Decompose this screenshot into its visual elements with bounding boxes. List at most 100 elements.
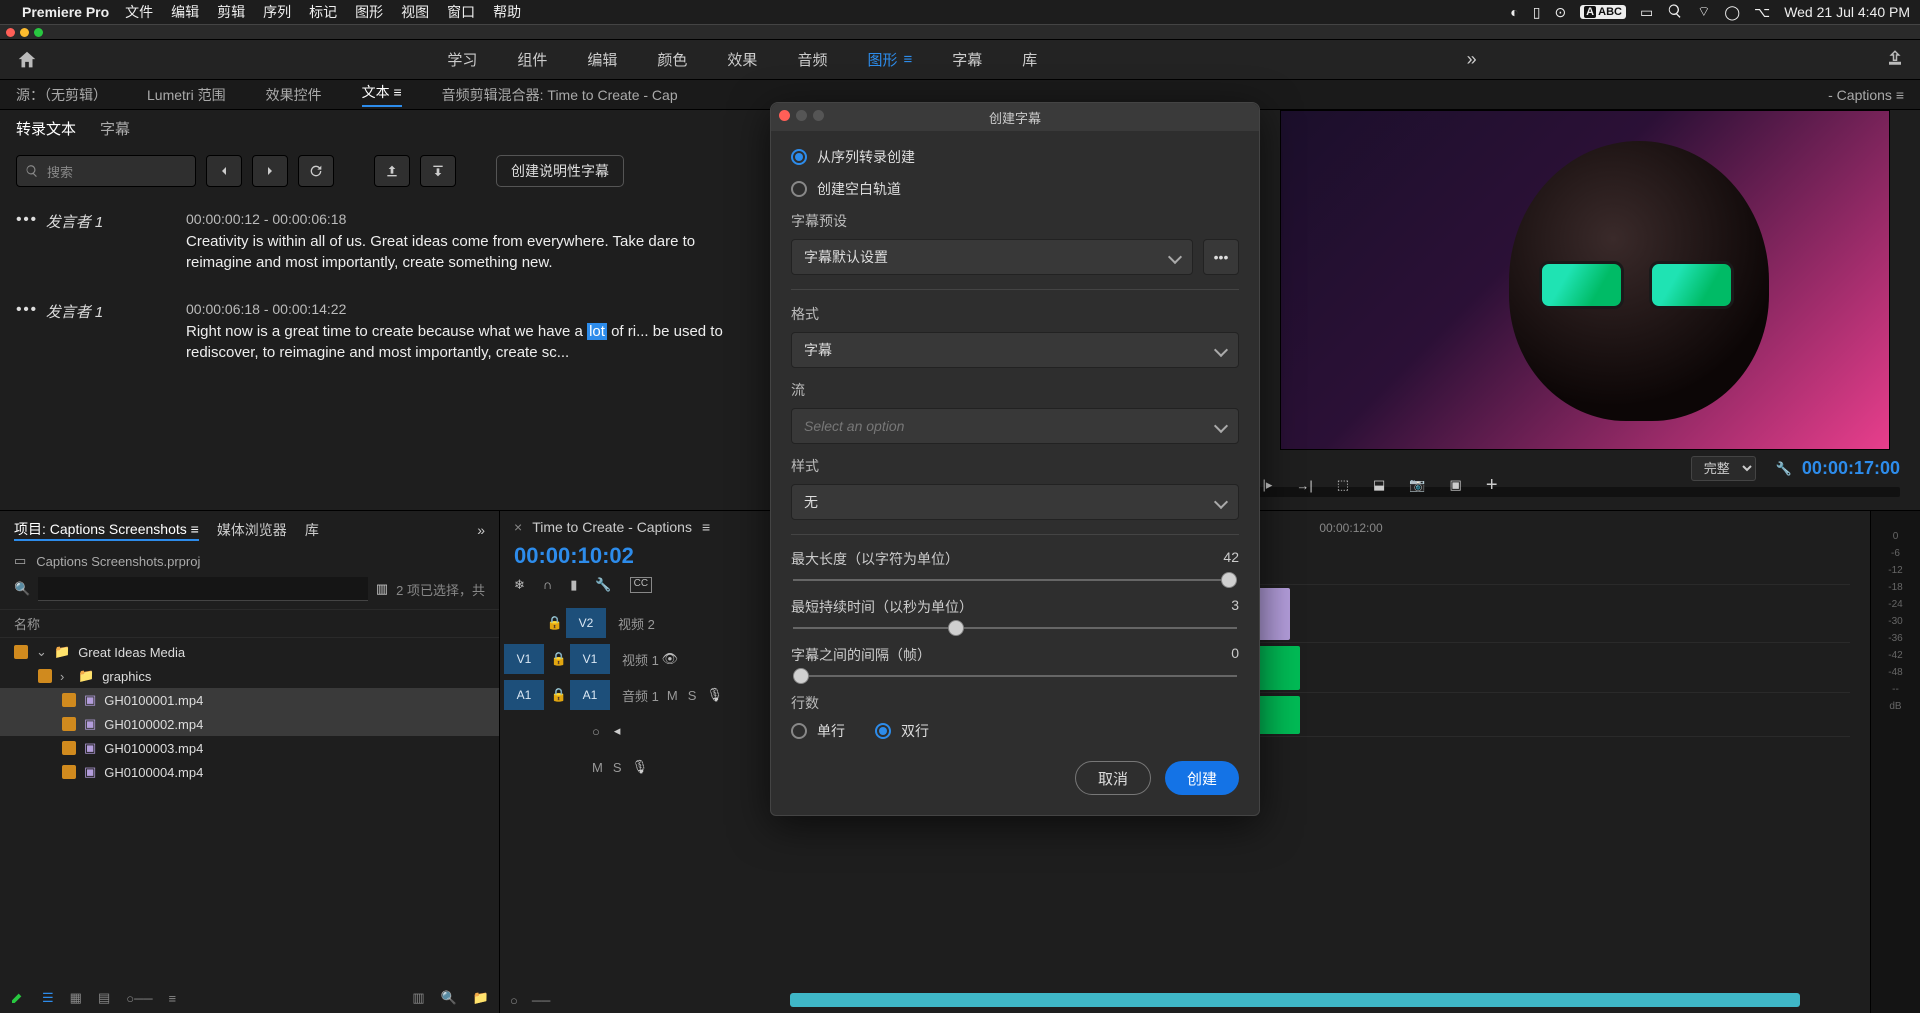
export-up-button[interactable] bbox=[374, 155, 410, 187]
settings-icon[interactable]: 🔧 bbox=[595, 577, 611, 593]
project-tab[interactable]: 项目: Captions Screenshots ≡ bbox=[14, 519, 199, 541]
input-abc-icon[interactable]: AABC bbox=[1580, 5, 1626, 19]
battery-icon[interactable]: ▭ bbox=[1640, 4, 1653, 21]
step-fwd-icon[interactable]: |▸ bbox=[1262, 477, 1272, 493]
create-descriptive-captions-button[interactable]: 创建说明性字幕 bbox=[496, 155, 624, 187]
sort-icon[interactable]: ≡ bbox=[169, 991, 177, 1006]
menu-view[interactable]: 视图 bbox=[401, 2, 429, 22]
cancel-button[interactable]: 取消 bbox=[1075, 761, 1151, 795]
tree-folder[interactable]: ›📁graphics bbox=[0, 664, 499, 688]
wifi-icon[interactable]: ⌔ bbox=[1697, 3, 1710, 21]
close-seq-icon[interactable]: × bbox=[514, 519, 522, 535]
ws-captions[interactable]: 字幕 bbox=[952, 49, 982, 70]
ws-audio[interactable]: 音频 bbox=[797, 49, 827, 70]
more-icon[interactable]: ••• bbox=[16, 211, 38, 228]
tl-zoom-out-icon[interactable]: ○ bbox=[510, 993, 518, 1008]
menu-edit[interactable]: 编辑 bbox=[171, 2, 199, 22]
zoom-slider[interactable]: ○── bbox=[126, 991, 152, 1006]
ws-editing[interactable]: 编辑 bbox=[587, 49, 617, 70]
style-select[interactable]: 无 bbox=[791, 484, 1239, 520]
menu-window[interactable]: 窗口 bbox=[447, 2, 475, 22]
freeform-view-icon[interactable]: ▤ bbox=[98, 990, 110, 1006]
camera-icon[interactable]: ▯ bbox=[1533, 4, 1541, 21]
next-match-button[interactable] bbox=[252, 155, 288, 187]
preset-select[interactable]: 字幕默认设置 bbox=[791, 239, 1193, 275]
track-a2[interactable]: ○◂ bbox=[504, 713, 780, 749]
share-icon[interactable] bbox=[1886, 49, 1904, 70]
maxlen-value[interactable]: 42 bbox=[1223, 549, 1239, 569]
prev-match-button[interactable] bbox=[206, 155, 242, 187]
timeline-timecode[interactable]: 00:00:10:02 bbox=[500, 543, 780, 569]
transcript-row[interactable]: •••发言者 1 00:00:00:12 - 00:00:06:18 Creat… bbox=[16, 201, 763, 291]
menu-clip[interactable]: 剪辑 bbox=[217, 2, 245, 22]
new-bin-icon[interactable]: 📁 bbox=[473, 990, 489, 1006]
ptab-text[interactable]: 文本 ≡ bbox=[362, 82, 402, 107]
ws-learn[interactable]: 学习 bbox=[447, 49, 477, 70]
import-down-button[interactable] bbox=[420, 155, 456, 187]
home-icon[interactable] bbox=[16, 49, 38, 71]
transcript-text[interactable]: Creativity is within all of us. Great id… bbox=[186, 231, 763, 273]
preset-more-button[interactable]: ••• bbox=[1203, 239, 1239, 275]
radio-double-line[interactable]: 双行 bbox=[875, 721, 929, 741]
bin-icon[interactable]: ▥ bbox=[376, 581, 388, 597]
transcript-row[interactable]: •••发言者 1 00:00:06:18 - 00:00:14:22 Right… bbox=[16, 291, 763, 381]
ws-library[interactable]: 库 bbox=[1022, 49, 1037, 70]
menu-seq[interactable]: 序列 bbox=[263, 2, 291, 22]
program-timecode[interactable]: 00:00:17:00 bbox=[1802, 458, 1900, 479]
timeline-zoom-bar[interactable] bbox=[790, 993, 1800, 1007]
menu-file[interactable]: 文件 bbox=[125, 2, 153, 22]
menu-graph[interactable]: 图形 bbox=[355, 2, 383, 22]
tab-captions[interactable]: 字幕 bbox=[100, 118, 130, 139]
ptab-audiomix[interactable]: 音频剪辑混合器: Time to Create - Cap bbox=[442, 85, 678, 105]
go-out-icon[interactable]: →| bbox=[1296, 478, 1312, 493]
marker-icon[interactable]: ▮ bbox=[570, 577, 577, 593]
cc-icon[interactable]: CC bbox=[630, 577, 652, 593]
ws-effects[interactable]: 效果 bbox=[727, 49, 757, 70]
track-v2[interactable]: 🔒V2视频 2 bbox=[504, 605, 780, 641]
ws-overflow-icon[interactable]: » bbox=[1467, 49, 1477, 70]
search-icon[interactable] bbox=[1667, 3, 1683, 22]
icon-view-icon[interactable]: ▦ bbox=[70, 990, 82, 1006]
ws-assembly[interactable]: 组件 bbox=[517, 49, 547, 70]
more-icon[interactable]: ••• bbox=[16, 301, 38, 318]
list-view-icon[interactable]: ☰ bbox=[42, 990, 54, 1006]
auto-seq-icon[interactable]: ▥ bbox=[412, 990, 424, 1006]
app-name[interactable]: Premiere Pro bbox=[22, 4, 109, 20]
extract-icon[interactable]: ⬓ bbox=[1373, 477, 1385, 493]
dialog-traffic-lights[interactable] bbox=[779, 110, 824, 121]
tree-clip[interactable]: ▣GH0100003.mp4 bbox=[0, 736, 499, 760]
menu-mark[interactable]: 标记 bbox=[309, 2, 337, 22]
panel-overflow-icon[interactable]: » bbox=[477, 522, 485, 538]
tree-clip[interactable]: ▣GH0100004.mp4 bbox=[0, 760, 499, 784]
radio-single-line[interactable]: 单行 bbox=[791, 721, 845, 741]
ptab-effects[interactable]: 效果控件 bbox=[266, 85, 322, 105]
find-icon[interactable]: 🔍 bbox=[441, 990, 457, 1006]
format-select[interactable]: 字幕 bbox=[791, 332, 1239, 368]
search-input[interactable]: 搜索 bbox=[16, 155, 196, 187]
tree-clip[interactable]: ▣GH0100002.mp4 bbox=[0, 712, 499, 736]
clock[interactable]: Wed 21 Jul 4:40 PM bbox=[1784, 4, 1910, 20]
column-name[interactable]: 名称 bbox=[0, 609, 499, 638]
tree-clip[interactable]: ▣GH0100001.mp4 bbox=[0, 688, 499, 712]
tl-zoom-slider[interactable]: ── bbox=[532, 993, 550, 1008]
link-icon[interactable]: ∩ bbox=[543, 577, 552, 593]
maxlen-slider[interactable] bbox=[793, 579, 1237, 581]
track-a1[interactable]: A1🔒A1音频 1MS🎙 bbox=[504, 677, 780, 713]
mindur-slider[interactable] bbox=[793, 627, 1237, 629]
create-button[interactable]: 创建 bbox=[1165, 761, 1239, 795]
mindur-value[interactable]: 3 bbox=[1231, 597, 1239, 617]
traffic-lights[interactable] bbox=[6, 28, 43, 37]
refresh-button[interactable] bbox=[298, 155, 334, 187]
tab-transcript[interactable]: 转录文本 bbox=[16, 118, 76, 139]
export-frame-icon[interactable]: 📷 bbox=[1409, 477, 1425, 493]
dialog-titlebar[interactable]: 创建字幕 bbox=[771, 103, 1259, 131]
library-tab[interactable]: 库 bbox=[305, 520, 319, 540]
user-icon[interactable]: ◯ bbox=[1724, 4, 1740, 21]
ws-color[interactable]: 颜色 bbox=[657, 49, 687, 70]
radio-blank-track[interactable]: 创建空白轨道 bbox=[791, 179, 1239, 199]
ws-graphics[interactable]: 图形 ≡ bbox=[867, 49, 912, 70]
play-circle-icon[interactable]: ⊙ bbox=[1554, 4, 1566, 21]
sequence-title[interactable]: Time to Create - Captions bbox=[532, 519, 692, 535]
track-a3[interactable]: MS🎙 bbox=[504, 749, 780, 785]
lift-icon[interactable]: ⬚ bbox=[1337, 477, 1349, 493]
